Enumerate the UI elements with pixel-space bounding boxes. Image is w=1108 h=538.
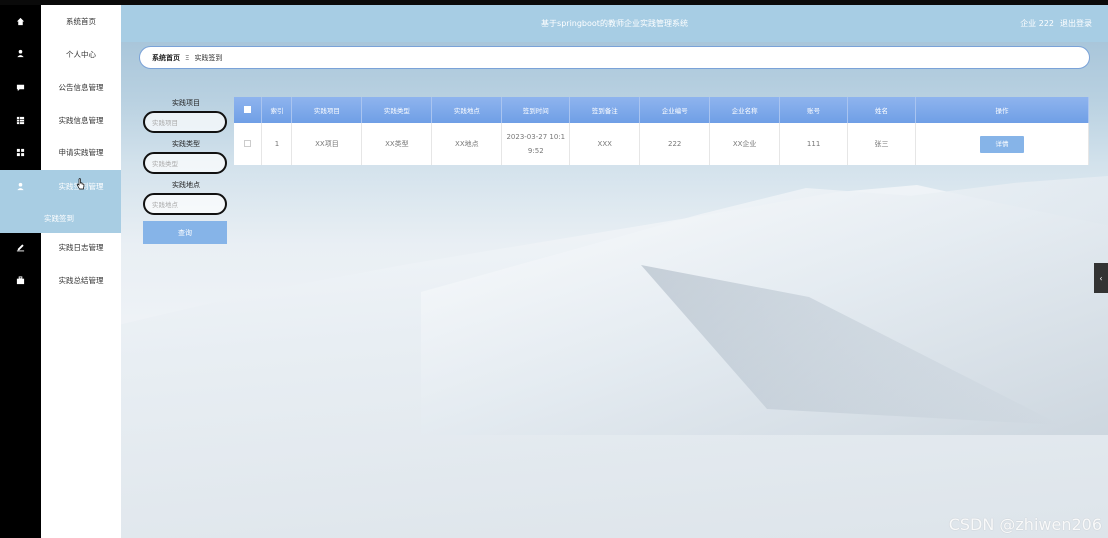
logout-link[interactable]: 退出登录 [1060,18,1092,29]
app-title: 基于springboot的教师企业实践管理系统 [541,19,688,28]
top-header: 基于springboot的教师企业实践管理系统 企业 222 退出登录 [121,5,1108,42]
sidebar-subitem-checkin[interactable]: 实践签到 [0,203,121,233]
cell-name: 张三 [847,123,917,165]
table-row: 1 XX项目 XX类型 XX地点 2023-03-27 10:19:52 XXX… [234,123,1089,165]
location-input[interactable]: 实践地点 [143,193,227,215]
cell-type: XX类型 [361,123,433,165]
col-header-company-no: 企业编号 [639,97,711,123]
type-input[interactable]: 实践类型 [143,152,227,174]
briefcase-icon[interactable] [0,264,41,296]
user-area: 企业 222 退出登录 [1020,5,1092,42]
sidebar-item-announcements[interactable]: 公告信息管理 [41,71,121,103]
detail-button[interactable]: 详情 [980,135,1025,153]
sidebar-item-practice-info[interactable]: 实践信息管理 [41,104,121,136]
sidebar: 系统首页 个人中心 公告信息管理 实践信息管理 申请实践管理 实践签到管理 实践… [0,5,121,538]
col-header-type: 实践类型 [361,97,433,123]
checkin-table: 索引 实践项目 实践类型 实践地点 签到时间 签到备注 企业编号 企业名称 账号… [234,97,1089,165]
person-icon[interactable] [0,37,41,69]
message-icon[interactable] [0,71,41,103]
breadcrumb-home[interactable]: 系统首页 [152,53,180,63]
grid-icon[interactable] [0,104,41,136]
select-all-checkbox[interactable] [234,97,263,123]
sidebar-item-summary-manage[interactable]: 实践总结管理 [41,264,121,296]
project-input[interactable]: 实践项目 [143,111,227,133]
table-header-row: 索引 实践项目 实践类型 实践地点 签到时间 签到备注 企业编号 企业名称 账号… [234,97,1089,123]
sidebar-item-log-manage[interactable]: 实践日志管理 [41,231,121,263]
cell-action: 详情 [915,123,1089,165]
watermark: CSDN @zhiwen206 [948,515,1102,534]
icon-rail [0,5,41,538]
col-header-name: 姓名 [847,97,917,123]
row-checkbox[interactable] [234,123,263,165]
cell-index: 1 [261,123,293,165]
col-header-remark: 签到备注 [569,97,641,123]
col-header-location: 实践地点 [431,97,503,123]
home-icon[interactable] [0,5,41,37]
sidebar-item-home[interactable]: 系统首页 [41,5,121,37]
cell-time: 2023-03-27 10:19:52 [501,123,571,165]
search-panel: 实践项目 实践项目 实践类型 实践类型 实践地点 实践地点 查询 [143,95,229,244]
sidebar-item-profile[interactable]: 个人中心 [41,38,121,70]
col-header-account: 账号 [779,97,849,123]
type-label: 实践类型 [172,140,200,148]
search-button[interactable]: 查询 [143,221,227,244]
cell-location: XX地点 [431,123,503,165]
breadcrumb-current: 实践签到 [194,53,223,62]
cell-company-name: XX企业 [709,123,781,165]
collapse-tab[interactable]: ‹ [1094,263,1108,293]
breadcrumb: 系统首页 Ξ 实践签到 [139,46,1090,69]
edit-icon[interactable] [0,231,41,263]
person-icon-active[interactable] [0,170,41,203]
col-header-time: 签到时间 [501,97,571,123]
mouse-cursor-icon [76,178,85,190]
sidebar-item-practice-apply[interactable]: 申请实践管理 [41,136,121,168]
cell-account: 111 [779,123,849,165]
col-header-index: 索引 [261,97,293,123]
col-header-action: 操作 [915,97,1089,123]
cell-company-no: 222 [639,123,711,165]
cell-remark: XXX [569,123,641,165]
main-content: 基于springboot的教师企业实践管理系统 企业 222 退出登录 系统首页… [121,5,1108,538]
cell-project: XX项目 [291,123,363,165]
col-header-project: 实践项目 [291,97,363,123]
location-label: 实践地点 [172,181,200,189]
current-user: 企业 222 [1020,19,1054,28]
col-header-company-name: 企业名称 [709,97,781,123]
project-label: 实践项目 [172,99,200,107]
breadcrumb-separator-icon: Ξ [185,53,190,62]
apps-icon[interactable] [0,136,41,168]
